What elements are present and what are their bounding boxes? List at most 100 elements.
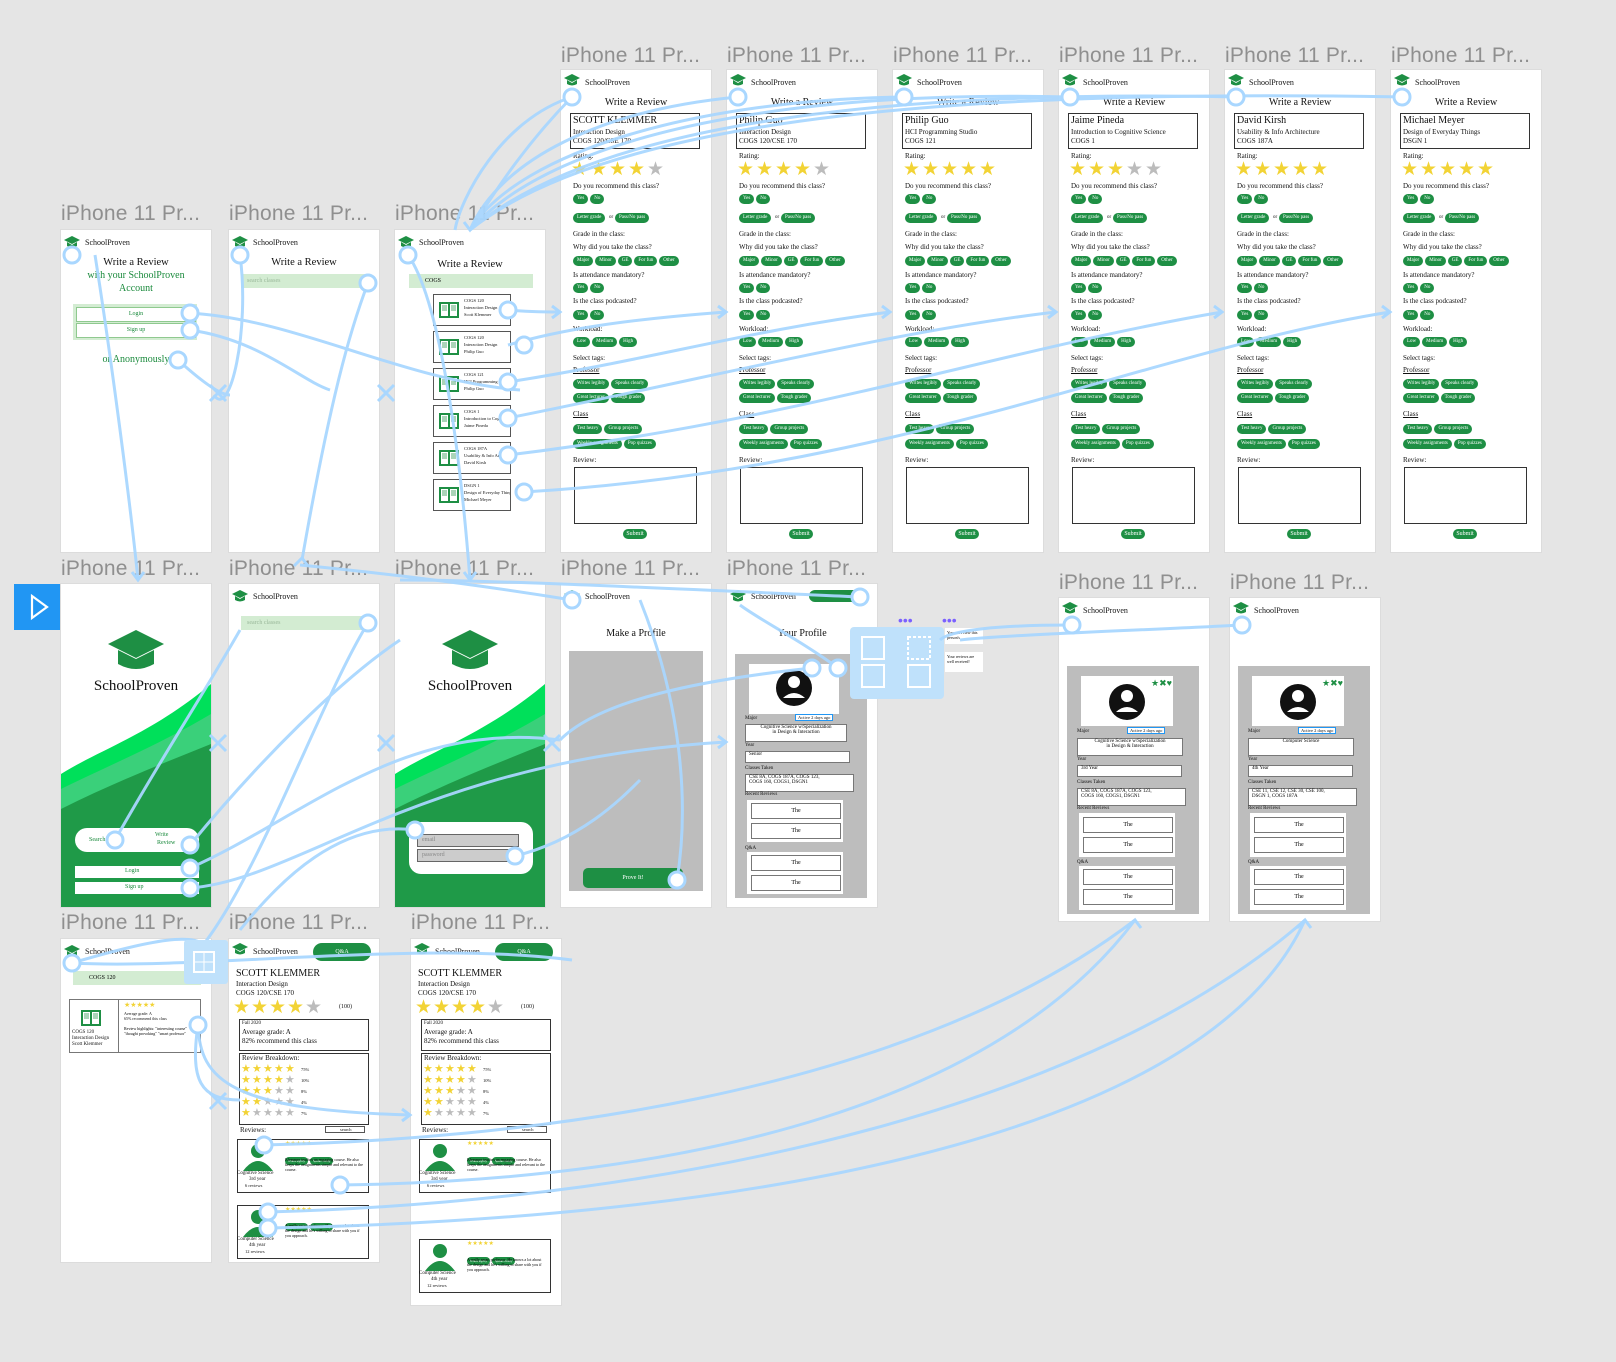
rating-star[interactable]: ★: [1477, 160, 1494, 179]
rating-star[interactable]: ★: [305, 998, 322, 1017]
reason-chip[interactable]: Other: [659, 256, 679, 266]
pass-no-pass-chip[interactable]: Pass/No pass: [1112, 213, 1148, 223]
rating-star[interactable]: ★: [960, 160, 977, 179]
yes-chip[interactable]: Yes: [739, 310, 755, 320]
qa-item[interactable]: The: [1254, 869, 1344, 885]
no-chip[interactable]: No: [590, 310, 605, 320]
login-button[interactable]: Login: [75, 866, 199, 878]
letter-grade-chip[interactable]: Letter grade: [739, 213, 772, 223]
rating-star[interactable]: ★: [251, 998, 268, 1017]
rating-star[interactable]: ★: [233, 998, 250, 1017]
tag-chip[interactable]: Speaks clearly: [1441, 379, 1479, 389]
tag-chip[interactable]: Pop quizzes: [1121, 439, 1154, 449]
rating-star[interactable]: ★: [433, 998, 450, 1017]
rating-star[interactable]: ★: [922, 160, 939, 179]
reason-chip[interactable]: Minor: [595, 256, 616, 266]
pass-no-pass-chip[interactable]: Pass/No pass: [1444, 213, 1480, 223]
reason-chip[interactable]: Major: [1403, 256, 1424, 266]
rating-star[interactable]: ★: [423, 1108, 433, 1119]
rating-star[interactable]: ★: [467, 1108, 477, 1119]
reason-chip[interactable]: Minor: [1425, 256, 1446, 266]
yes-chip[interactable]: Yes: [1237, 194, 1253, 204]
reason-chip[interactable]: For fun: [1298, 256, 1322, 266]
recent-review-item[interactable]: The: [1083, 837, 1173, 853]
tag-chip[interactable]: Test heavy: [1237, 424, 1267, 434]
reason-chip[interactable]: Minor: [927, 256, 948, 266]
no-chip[interactable]: No: [1254, 283, 1269, 293]
reason-chip[interactable]: Major: [739, 256, 760, 266]
review-textarea[interactable]: [1238, 467, 1361, 524]
rating-star[interactable]: ★: [469, 998, 486, 1017]
no-chip[interactable]: No: [1088, 310, 1103, 320]
reason-chip[interactable]: For fun: [800, 256, 824, 266]
no-chip[interactable]: No: [590, 283, 605, 293]
rating-star[interactable]: ★: [434, 1108, 444, 1119]
tag-chip[interactable]: Tough grader: [610, 393, 646, 403]
tag-chip[interactable]: Great lecturer: [739, 393, 775, 403]
review-search-input[interactable]: search: [507, 1126, 547, 1133]
recent-review-item[interactable]: The: [1083, 817, 1173, 833]
workload-chip[interactable]: Medium: [592, 337, 618, 347]
letter-grade-chip[interactable]: Letter grade: [573, 213, 606, 223]
workload-chip[interactable]: Medium: [1090, 337, 1116, 347]
no-chip[interactable]: No: [1420, 194, 1435, 204]
signup-button[interactable]: Sign up: [76, 323, 196, 338]
submit-button[interactable]: Submit: [789, 529, 813, 539]
rating-star[interactable]: ★: [609, 160, 626, 179]
tag-chip[interactable]: Weekly assignments: [739, 439, 788, 449]
reason-chip[interactable]: For fun: [1464, 256, 1488, 266]
qa-button[interactable]: Q&A: [495, 943, 553, 961]
rating-star[interactable]: ★: [1420, 160, 1437, 179]
class-result-item[interactable]: COGS 121 HCI Programming Studio Philip Guo: [433, 368, 511, 400]
workload-chip[interactable]: High: [951, 337, 970, 347]
no-chip[interactable]: No: [922, 310, 937, 320]
password-field[interactable]: password: [417, 849, 519, 862]
no-chip[interactable]: No: [1420, 310, 1435, 320]
search-button[interactable]: Search: [89, 837, 105, 843]
review-search-input[interactable]: search: [325, 1126, 365, 1133]
no-chip[interactable]: No: [922, 283, 937, 293]
submit-button[interactable]: Submit: [623, 529, 647, 539]
review-textarea[interactable]: [1404, 467, 1527, 524]
tag-chip[interactable]: Group projects: [770, 424, 809, 434]
class-result-card[interactable]: COGS 120 Interaction Design Scott Klemme…: [69, 999, 201, 1053]
submit-button[interactable]: Submit: [955, 529, 979, 539]
tag-chip[interactable]: Weekly assignments: [1403, 439, 1452, 449]
rating-star[interactable]: ★: [285, 1108, 295, 1119]
prove-it-button[interactable]: Prove It!: [583, 868, 683, 888]
yes-chip[interactable]: Yes: [1071, 310, 1087, 320]
yes-chip[interactable]: Yes: [905, 194, 921, 204]
yes-chip[interactable]: Yes: [1403, 310, 1419, 320]
search-input[interactable]: COGS 120: [73, 971, 201, 985]
qa-button[interactable]: Q&A: [313, 943, 371, 961]
tag-chip[interactable]: Speaks clearly: [1109, 379, 1147, 389]
class-result-item[interactable]: COGS 120 Interaction Design Philip Guo: [433, 331, 511, 363]
yes-chip[interactable]: Yes: [905, 283, 921, 293]
workload-chip[interactable]: High: [1283, 337, 1302, 347]
tag-chip[interactable]: Test heavy: [1403, 424, 1433, 434]
qa-item[interactable]: The: [1083, 869, 1173, 885]
rating-star[interactable]: ★: [1088, 160, 1105, 179]
qa-item[interactable]: The: [1083, 889, 1173, 905]
rating-star[interactable]: ★: [1401, 160, 1418, 179]
workload-chip[interactable]: Low: [1403, 337, 1421, 347]
rating-star[interactable]: ★: [269, 998, 286, 1017]
letter-grade-chip[interactable]: Letter grade: [905, 213, 938, 223]
signup-button[interactable]: Sign up: [75, 882, 199, 894]
rating-star[interactable]: ★: [263, 1108, 273, 1119]
yes-chip[interactable]: Yes: [1071, 283, 1087, 293]
search-input[interactable]: COGS: [409, 274, 533, 288]
rating-star[interactable]: ★: [590, 160, 607, 179]
rating-star[interactable]: ★: [775, 160, 792, 179]
rating-star[interactable]: ★: [487, 998, 504, 1017]
workload-chip[interactable]: Low: [1071, 337, 1089, 347]
reason-chip[interactable]: Other: [1157, 256, 1177, 266]
rating-star[interactable]: ★: [287, 998, 304, 1017]
tag-chip[interactable]: Weekly assignments: [573, 439, 622, 449]
tag-chip[interactable]: Group projects: [936, 424, 975, 434]
tag-chip[interactable]: Writes legibly: [1403, 379, 1440, 389]
reason-chip[interactable]: GE: [949, 256, 965, 266]
rating-star[interactable]: ★: [1292, 160, 1309, 179]
write-review-button[interactable]: Write: [155, 832, 168, 838]
tag-chip[interactable]: Weekly assignments: [1237, 439, 1286, 449]
